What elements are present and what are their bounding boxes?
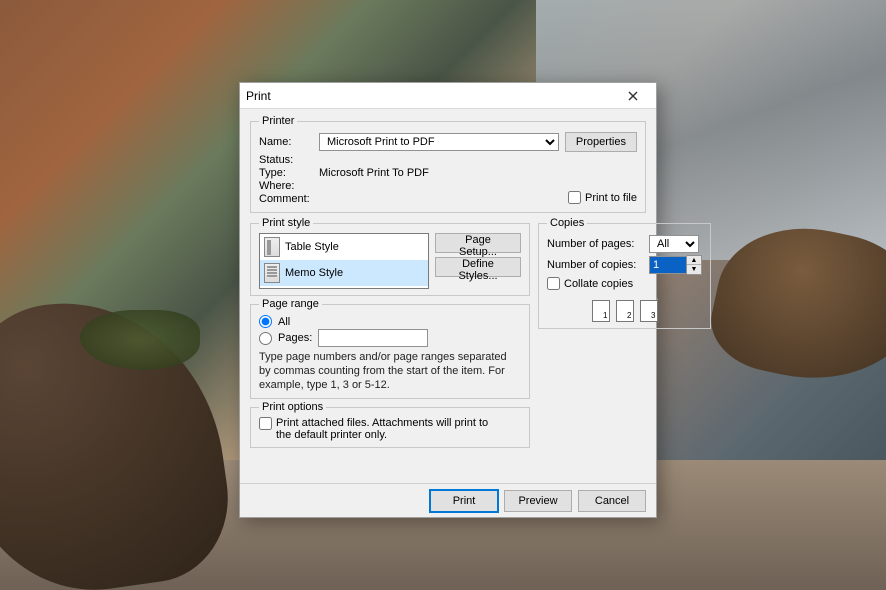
num-pages-label: Number of pages: bbox=[547, 238, 643, 250]
num-copies-spinner[interactable]: ▲▼ bbox=[649, 255, 702, 275]
collate-page-icon: 2 bbox=[616, 300, 634, 322]
num-copies-label: Number of copies: bbox=[547, 259, 643, 271]
name-label: Name: bbox=[259, 136, 313, 148]
close-button[interactable] bbox=[616, 86, 650, 106]
titlebar[interactable]: Print bbox=[240, 83, 656, 109]
style-item-label: Memo Style bbox=[285, 267, 343, 279]
copies-group: Copies Number of pages: All Number of co… bbox=[538, 217, 711, 329]
collate-illustration: 1 2 3 bbox=[547, 300, 702, 322]
print-to-file-input[interactable] bbox=[568, 191, 581, 204]
print-to-file-label: Print to file bbox=[585, 192, 637, 204]
dialog-title: Print bbox=[246, 89, 616, 103]
table-style-icon bbox=[264, 237, 280, 257]
num-pages-select[interactable]: All bbox=[649, 235, 699, 253]
range-all-label: All bbox=[278, 316, 290, 328]
num-copies-input[interactable] bbox=[649, 256, 687, 274]
collate-page-icon: 1 bbox=[592, 300, 610, 322]
range-all-input[interactable] bbox=[259, 315, 272, 328]
print-options-legend: Print options bbox=[259, 401, 326, 413]
style-item-table[interactable]: Table Style bbox=[260, 234, 428, 260]
dialog-footer: Print Preview Cancel bbox=[240, 483, 656, 517]
range-pages-radio[interactable]: Pages: bbox=[259, 329, 521, 347]
style-listbox[interactable]: Table Style Memo Style bbox=[259, 233, 429, 289]
spinner-up-button[interactable]: ▲ bbox=[687, 256, 701, 265]
type-value: Microsoft Print To PDF bbox=[319, 167, 429, 179]
style-item-label: Table Style bbox=[285, 241, 339, 253]
spinner-down-button[interactable]: ▼ bbox=[687, 265, 701, 274]
memo-style-icon bbox=[264, 263, 280, 283]
print-attached-label: Print attached files. Attachments will p… bbox=[276, 417, 506, 441]
status-label: Status: bbox=[259, 154, 313, 166]
print-dialog: Print Printer Name: Microsoft Print to P… bbox=[239, 82, 657, 518]
define-styles-button[interactable]: Define Styles... bbox=[435, 257, 521, 277]
printer-legend: Printer bbox=[259, 115, 297, 127]
range-all-radio[interactable]: All bbox=[259, 315, 521, 328]
printer-group: Printer Name: Microsoft Print to PDF Pro… bbox=[250, 115, 646, 213]
printer-name-select[interactable]: Microsoft Print to PDF bbox=[319, 133, 559, 151]
page-setup-button[interactable]: Page Setup... bbox=[435, 233, 521, 253]
print-button[interactable]: Print bbox=[430, 490, 498, 512]
collate-input[interactable] bbox=[547, 277, 560, 290]
comment-label: Comment: bbox=[259, 193, 313, 205]
pages-input[interactable] bbox=[318, 329, 428, 347]
range-pages-input[interactable] bbox=[259, 332, 272, 345]
page-range-hint: Type page numbers and/or page ranges sep… bbox=[259, 351, 521, 392]
page-range-legend: Page range bbox=[259, 298, 322, 310]
print-to-file-checkbox[interactable]: Print to file bbox=[568, 191, 637, 204]
collate-label: Collate copies bbox=[564, 278, 633, 290]
collate-checkbox[interactable]: Collate copies bbox=[547, 277, 702, 290]
print-style-legend: Print style bbox=[259, 217, 313, 229]
print-attached-input[interactable] bbox=[259, 417, 272, 430]
type-label: Type: bbox=[259, 167, 313, 179]
page-range-group: Page range All Pages: Type page numbers … bbox=[250, 298, 530, 399]
copies-legend: Copies bbox=[547, 217, 587, 229]
where-label: Where: bbox=[259, 180, 313, 192]
preview-button[interactable]: Preview bbox=[504, 490, 572, 512]
collate-page-icon: 3 bbox=[640, 300, 658, 322]
close-icon bbox=[628, 91, 638, 101]
properties-button[interactable]: Properties bbox=[565, 132, 637, 152]
range-pages-label: Pages: bbox=[278, 332, 312, 344]
print-options-group: Print options Print attached files. Atta… bbox=[250, 401, 530, 448]
cancel-button[interactable]: Cancel bbox=[578, 490, 646, 512]
print-attached-checkbox[interactable]: Print attached files. Attachments will p… bbox=[259, 417, 521, 441]
style-item-memo[interactable]: Memo Style bbox=[260, 260, 428, 286]
print-style-group: Print style Table Style Memo Style bbox=[250, 217, 530, 296]
